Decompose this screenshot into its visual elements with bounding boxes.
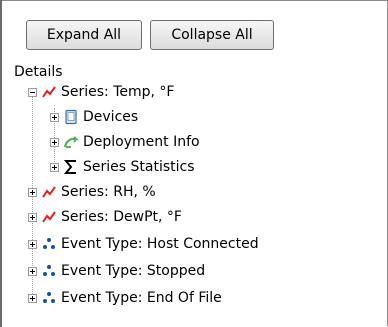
tree-node-series-statistics[interactable]: Series Statistics — [50, 156, 195, 178]
deployment-icon — [63, 134, 80, 150]
tree-node-series-temp[interactable]: Series: Temp, °F — [28, 81, 174, 103]
tree-root-label: Details — [14, 64, 63, 80]
tree-node-label: Series: Temp, °F — [61, 84, 175, 100]
panel-left-border — [0, 0, 2, 327]
event-dots-icon — [41, 290, 57, 306]
tree-node-label: Event Type: End Of File — [61, 290, 222, 306]
series-line-icon — [41, 184, 57, 200]
tree-node-label: Deployment Info — [83, 134, 200, 150]
event-dots-icon — [41, 263, 57, 279]
event-dots-icon — [41, 236, 57, 252]
expand-toggle-icon[interactable] — [28, 187, 37, 197]
expand-toggle-icon[interactable] — [28, 239, 37, 249]
tree-node-label: Series: DewPt, °F — [61, 209, 182, 225]
sigma-icon — [63, 159, 79, 175]
tree-node-label: Event Type: Stopped — [61, 263, 206, 279]
tree-node-event-stopped[interactable]: Event Type: Stopped — [28, 260, 205, 282]
tree-node-label: Event Type: Host Connected — [61, 236, 259, 252]
expand-toggle-icon[interactable] — [28, 293, 37, 303]
tree-node-devices[interactable]: Devices — [50, 106, 138, 128]
expand-toggle-icon[interactable] — [28, 266, 37, 276]
series-line-icon — [41, 209, 57, 225]
expand-toggle-icon[interactable] — [50, 137, 59, 147]
tree-node-label: Devices — [83, 109, 139, 125]
tree-node-series-dewpt[interactable]: Series: DewPt, °F — [28, 206, 182, 228]
tree-node-event-host-connected[interactable]: Event Type: Host Connected — [28, 233, 259, 255]
expand-toggle-icon[interactable] — [50, 112, 59, 122]
tree-node-deployment-info[interactable]: Deployment Info — [50, 131, 200, 153]
tree-node-event-end-of-file[interactable]: Event Type: End Of File — [28, 287, 222, 309]
tree-node-series-rh[interactable]: Series: RH, % — [28, 181, 156, 203]
tree-node-label: Series: RH, % — [61, 184, 156, 200]
collapse-toggle-icon[interactable] — [28, 87, 37, 97]
expand-toggle-icon[interactable] — [50, 162, 59, 172]
expand-toggle-icon[interactable] — [28, 212, 37, 222]
series-line-icon — [41, 84, 57, 100]
device-icon — [63, 109, 79, 125]
expand-all-button[interactable]: Expand All — [26, 20, 142, 50]
collapse-all-button[interactable]: Collapse All — [150, 20, 274, 50]
tree-node-label: Series Statistics — [83, 159, 195, 175]
